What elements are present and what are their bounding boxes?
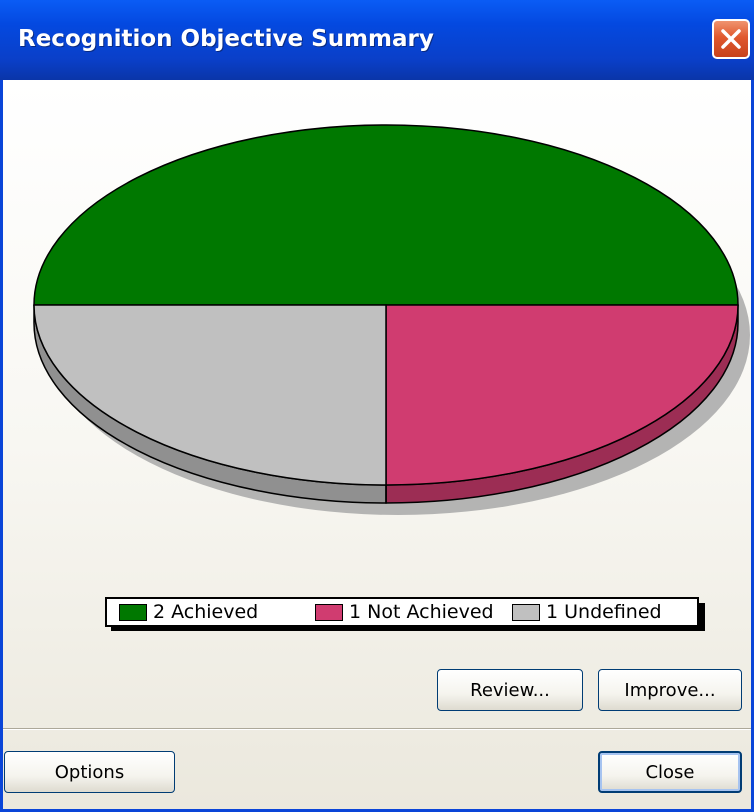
legend-swatch-undefined xyxy=(512,603,540,621)
pie-chart-plot xyxy=(33,124,750,515)
legend-item-achieved: 2 Achieved xyxy=(119,599,258,625)
legend-label-achieved: 2 Achieved xyxy=(153,601,259,623)
legend-swatch-achieved xyxy=(119,603,147,621)
chart-legend: 2 Achieved 1 Not Achieved 1 Undefined xyxy=(105,597,699,627)
pie-slice-2 xyxy=(33,304,387,486)
button-separator xyxy=(3,728,751,730)
legend-label-not-achieved: 1 Not Achieved xyxy=(349,601,494,623)
review-button[interactable]: Review... xyxy=(437,669,583,711)
legend-item-undefined: 1 Undefined xyxy=(512,599,662,625)
pie-slice-0 xyxy=(33,124,739,306)
improve-button[interactable]: Improve... xyxy=(598,669,742,711)
options-button[interactable]: Options xyxy=(4,751,175,793)
close-button[interactable]: Close xyxy=(598,751,742,793)
pie-slice-1 xyxy=(385,304,739,486)
legend-item-not-achieved: 1 Not Achieved xyxy=(315,599,494,625)
legend-swatch-not-achieved xyxy=(315,603,343,621)
legend-label-undefined: 1 Undefined xyxy=(546,601,662,623)
dialog-window: Recognition Objective Summary 2 Achieved… xyxy=(0,0,754,812)
